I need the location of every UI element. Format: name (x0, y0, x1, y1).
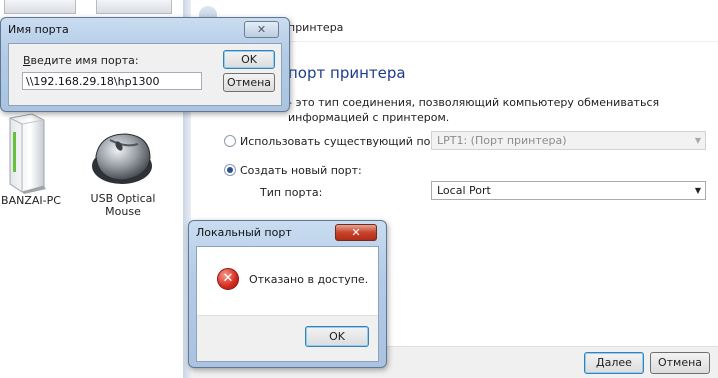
chevron-down-icon: ▼ (694, 186, 701, 195)
wizard-description: - это тип соединения, позволяющий компью… (288, 96, 660, 124)
device-thumbnail-top-left (4, 0, 76, 14)
radio-label: Использовать существующий порт: (240, 135, 448, 148)
device-mouse[interactable]: USB Optical Mouse (86, 126, 160, 218)
radio-button-icon[interactable] (224, 135, 236, 147)
port-name-input[interactable] (22, 72, 202, 90)
ok-button[interactable]: OK (305, 326, 369, 347)
computer-icon (9, 113, 46, 194)
dialog-button-bar: OK (197, 315, 378, 361)
chevron-down-icon: ▼ (694, 136, 701, 145)
device-computer[interactable]: BANZAI-PC (0, 112, 62, 207)
radio-create-new[interactable]: Создать новый порт: (224, 164, 362, 177)
radio-use-existing[interactable]: Использовать существующий порт: (224, 135, 447, 148)
device-thumbnail-top-right (96, 0, 172, 14)
device-label: BANZAI-PC (1, 194, 61, 207)
page-title: порт принтера (288, 64, 406, 82)
dialog-title: Локальный порт (196, 226, 292, 239)
port-type-label: Тип порта: (260, 186, 323, 199)
mouse-icon (92, 133, 152, 184)
hotkey-char: В (23, 54, 31, 67)
dropdown-value: LPT1: (Порт принтера) (437, 134, 567, 147)
close-icon[interactable]: ✕ (244, 21, 279, 38)
port-name-label: Введите имя порта: (23, 54, 139, 67)
close-icon[interactable]: ✕ (335, 224, 377, 241)
wizard-title: принтера (288, 21, 344, 34)
dialog-body: ✕ Отказано в доступе. OK (196, 246, 379, 362)
error-message: Отказано в доступе. (249, 273, 369, 286)
device-label: USB Optical Mouse (90, 192, 156, 218)
label-text: ведите имя порта: (30, 54, 139, 67)
radio-button-icon[interactable] (224, 164, 236, 176)
cancel-button[interactable]: Отмена (223, 73, 275, 92)
next-button[interactable]: Далее (584, 352, 644, 374)
dialog-body: Введите имя порта: OK Отмена (8, 43, 282, 106)
ok-button[interactable]: OK (223, 50, 275, 69)
existing-port-dropdown[interactable]: LPT1: (Порт принтера) ▼ (431, 131, 706, 150)
error-icon: ✕ (217, 268, 239, 290)
cancel-button[interactable]: Отмена (650, 352, 710, 374)
port-type-dropdown[interactable]: Local Port ▼ (431, 181, 706, 200)
dropdown-value: Local Port (437, 184, 491, 197)
dialog-title: Имя порта (8, 23, 69, 36)
radio-label: Создать новый порт: (240, 164, 362, 177)
port-name-dialog: Имя порта ✕ Введите имя порта: OK Отмена (0, 17, 290, 112)
local-port-error-dialog: Локальный порт ✕ ✕ Отказано в доступе. O… (188, 220, 387, 368)
